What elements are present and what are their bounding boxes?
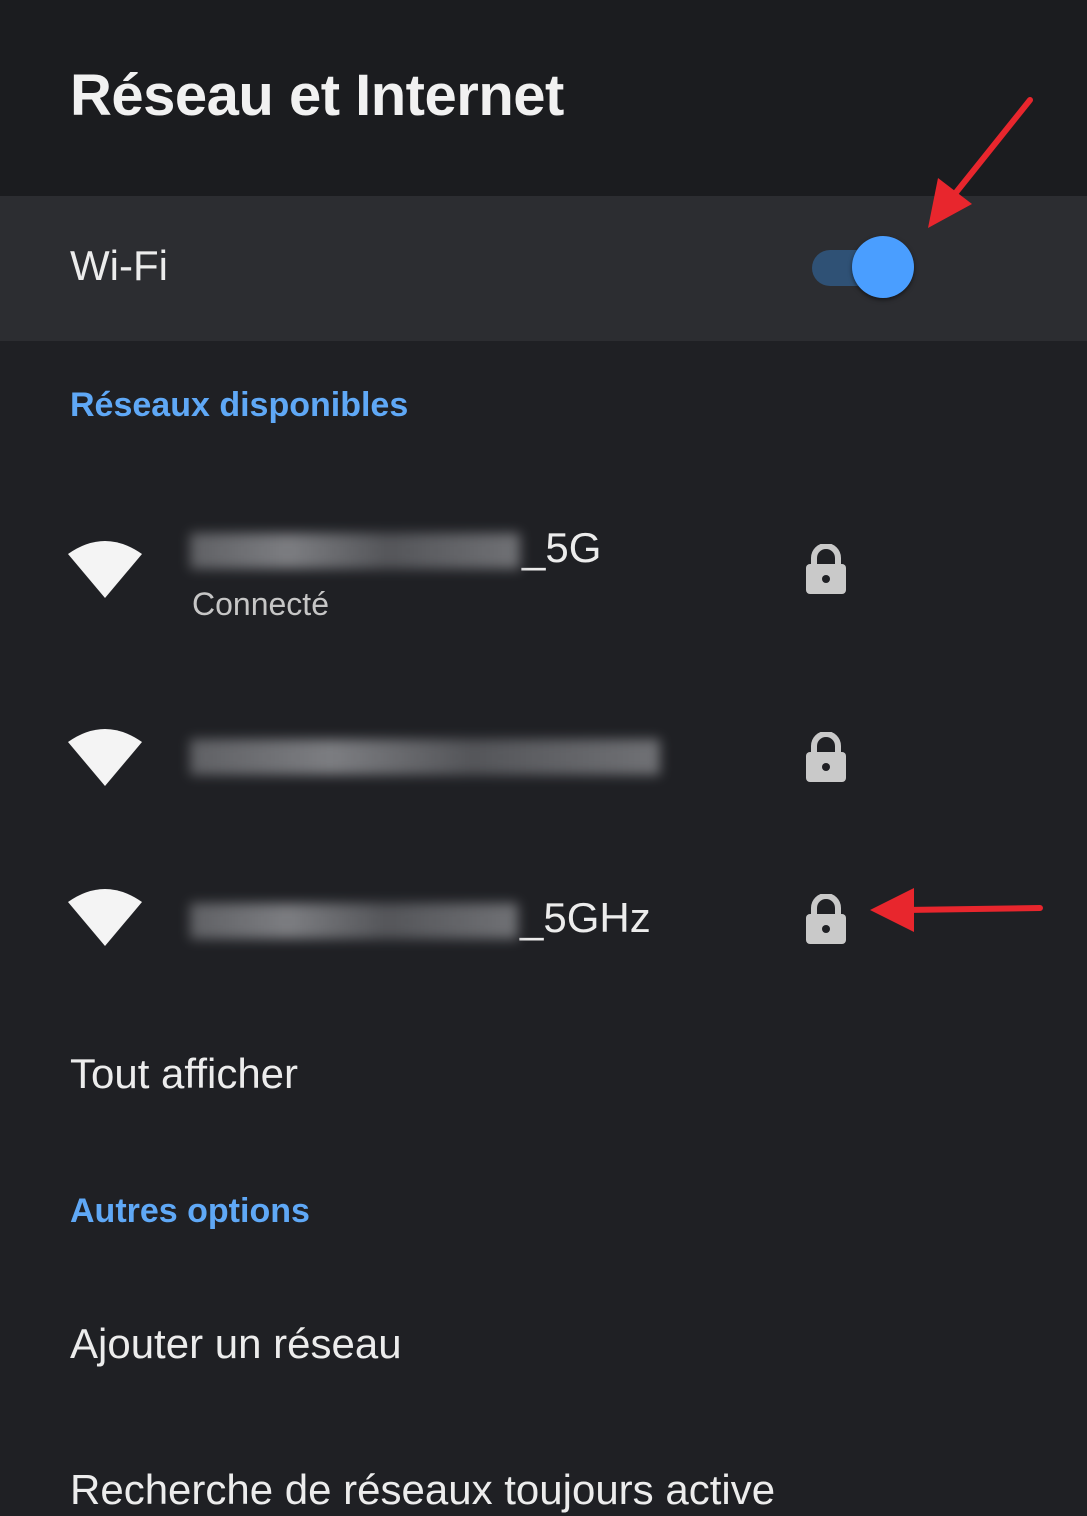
ssid-suffix: _5GHz — [520, 894, 651, 941]
always-scan-item[interactable]: Recherche de réseaux toujours active — [70, 1466, 775, 1514]
toggle-thumb — [852, 236, 914, 298]
wifi-label: Wi-Fi — [70, 242, 168, 289]
ssid-suffix: _5G — [522, 524, 602, 571]
redacted-ssid — [190, 532, 520, 569]
wifi-signal-icon — [68, 729, 142, 786]
network-status: Connecté — [192, 586, 329, 622]
network-item-2[interactable] — [0, 690, 1087, 840]
settings-screen: Réseau et Internet Wi-Fi Réseaux disponi… — [0, 0, 1087, 1516]
wifi-signal-icon — [68, 889, 142, 946]
add-network-item[interactable]: Ajouter un réseau — [70, 1320, 402, 1368]
header: Réseau et Internet — [0, 0, 1087, 196]
wifi-toggle-row[interactable]: Wi-Fi — [0, 196, 1087, 341]
wifi-toggle-switch[interactable] — [812, 236, 916, 300]
lock-icon — [806, 544, 846, 594]
wifi-signal-icon — [68, 541, 142, 598]
page-title: Réseau et Internet — [70, 63, 564, 128]
network-ssid: _5G — [190, 524, 601, 572]
network-ssid: _5GHz — [190, 894, 651, 942]
network-item-1[interactable]: _5G Connecté — [0, 500, 1087, 650]
other-options-header: Autres options — [70, 1192, 310, 1230]
show-all-networks[interactable]: Tout afficher — [70, 1050, 298, 1098]
lock-icon — [806, 732, 846, 782]
lock-icon — [806, 894, 846, 944]
redacted-ssid — [190, 902, 518, 939]
network-ssid — [190, 730, 662, 778]
redacted-ssid — [190, 738, 660, 775]
available-networks-header: Réseaux disponibles — [70, 386, 409, 424]
network-item-3[interactable]: _5GHz — [0, 850, 1087, 1000]
